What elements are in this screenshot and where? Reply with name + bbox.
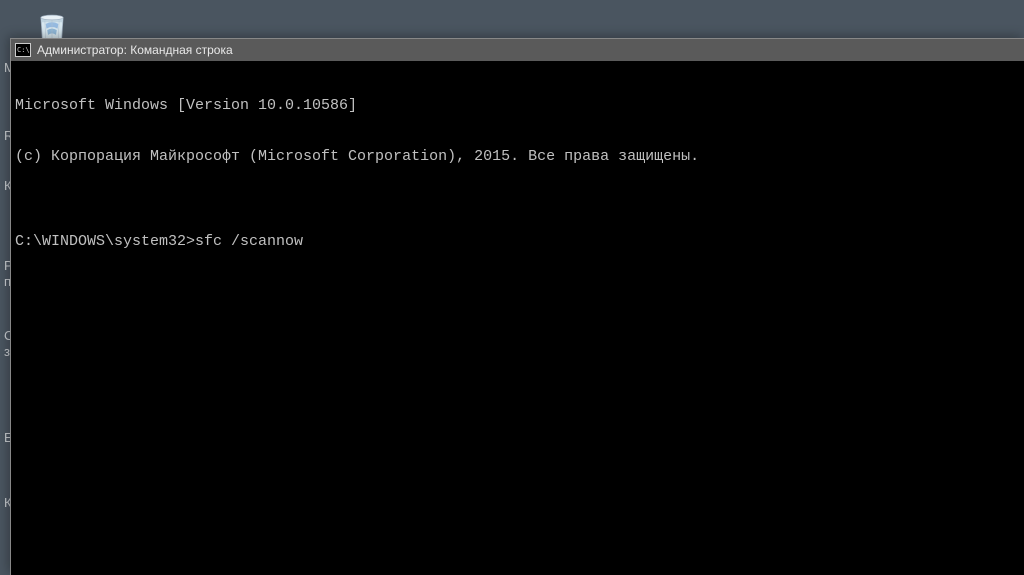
window-title: Администратор: Командная строка xyxy=(37,43,233,57)
console-command: sfc /scannow xyxy=(195,233,303,250)
console-line-copyright: (c) Корпорация Майкрософт (Microsoft Cor… xyxy=(15,148,1020,165)
window-titlebar[interactable]: C:\ Администратор: Командная строка xyxy=(11,39,1024,61)
console-output[interactable]: Microsoft Windows [Version 10.0.10586] (… xyxy=(11,61,1024,575)
console-line-version: Microsoft Windows [Version 10.0.10586] xyxy=(15,97,1020,114)
command-prompt-window[interactable]: C:\ Администратор: Командная строка Micr… xyxy=(10,38,1024,575)
console-prompt: C:\WINDOWS\system32> xyxy=(15,233,195,250)
cmd-icon: C:\ xyxy=(15,43,31,57)
cmd-icon-text: C:\ xyxy=(17,47,30,54)
console-prompt-line: C:\WINDOWS\system32>sfc /scannow xyxy=(15,233,1020,250)
